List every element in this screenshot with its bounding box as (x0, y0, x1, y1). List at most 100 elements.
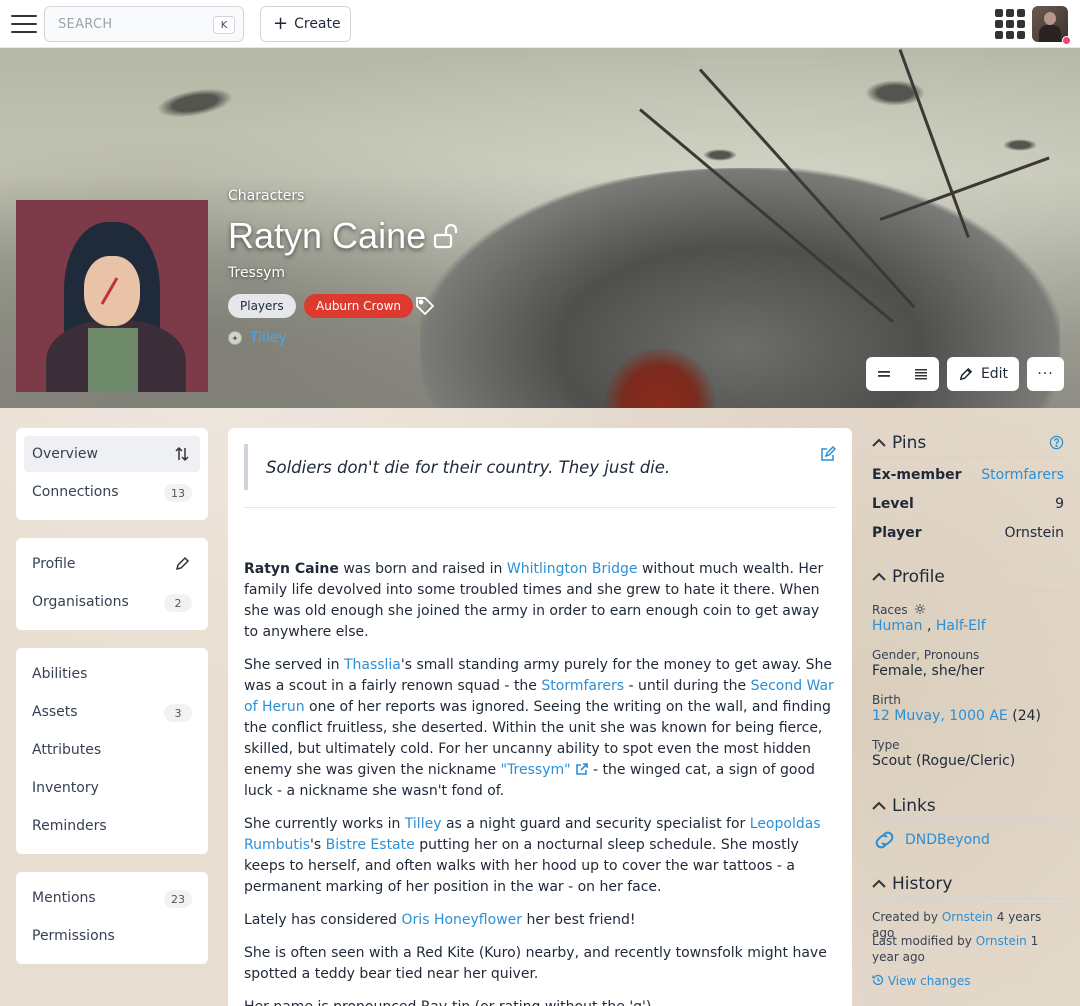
history-heading: History (892, 873, 953, 894)
menu-icon[interactable] (11, 13, 37, 35)
bio-text: Lately has considered (244, 912, 402, 928)
dndbeyond-link[interactable]: DNDBeyond (905, 832, 990, 848)
races-label-text: Races (872, 603, 908, 617)
link-stormfarers[interactable]: Stormfarers (541, 678, 624, 694)
pin-value-link[interactable]: Stormfarers (981, 467, 1064, 483)
mentions-count: 23 (164, 890, 192, 908)
pins-heading: Pins (892, 432, 927, 453)
gender-label: Gender, Pronouns (872, 648, 980, 662)
nav-item-organisations[interactable]: Organisations 2 (24, 584, 200, 620)
tag-players[interactable]: Players (228, 294, 296, 318)
nav-item-label: Profile (32, 556, 76, 572)
race-link-human[interactable]: Human (872, 618, 923, 634)
bio-paragraph: Her name is pronounced Ray-tin (or ratin… (244, 997, 836, 1006)
assets-count: 3 (164, 704, 192, 722)
divider (244, 507, 836, 508)
nav-item-overview[interactable]: Overview (24, 436, 200, 472)
search-shortcut-badge: K (213, 16, 235, 34)
tag-auburn-crown[interactable]: Auburn Crown (304, 294, 413, 318)
character-biography: Ratyn Caine was born and raised in Whitl… (244, 559, 836, 1006)
list-view-icon[interactable] (914, 367, 928, 381)
more-actions-button[interactable]: ··· (1027, 357, 1064, 391)
nav-item-mentions[interactable]: Mentions 23 (24, 880, 200, 916)
history-header[interactable]: History (872, 869, 1064, 899)
nav-item-label: Permissions (32, 928, 115, 944)
nav-item-inventory[interactable]: Inventory (24, 770, 200, 806)
link-thasslia[interactable]: Thasslia (344, 657, 401, 673)
edit-label: Edit (980, 366, 1009, 382)
profile-header[interactable]: Profile (872, 562, 1064, 592)
entry-content: Soldiers don't die for their country. Th… (228, 428, 852, 1006)
bio-text: - until during the (624, 678, 751, 694)
link-tressym[interactable]: "Tressym" (501, 762, 571, 778)
birth-date-link[interactable]: 12 Muvay, 1000 AE (872, 708, 1008, 724)
search-input[interactable]: SEARCH K (44, 6, 244, 42)
links-header[interactable]: Links (872, 791, 1064, 821)
nav-group-details: Abilities Assets 3 Attributes Inventory … (16, 648, 208, 854)
history-modified-user[interactable]: Ornstein (976, 934, 1027, 948)
chevron-up-icon (872, 801, 886, 810)
bio-paragraph: Ratyn Caine was born and raised in Whitl… (244, 559, 836, 643)
races-label: Races (872, 603, 926, 617)
link-chain-icon (875, 831, 894, 849)
view-changes-link[interactable]: View changes (872, 973, 1064, 989)
apps-grid-icon[interactable] (995, 9, 1025, 39)
pins-header[interactable]: Pins (872, 428, 1064, 458)
nav-item-label: Connections (32, 484, 119, 500)
layout-toggle (866, 357, 939, 391)
character-title: Tressym (228, 265, 286, 281)
link-whitlington-bridge[interactable]: Whitlington Bridge (507, 561, 638, 577)
race-link-half-elf[interactable]: Half-Elf (936, 618, 986, 634)
nav-item-label: Assets (32, 704, 78, 720)
link-item-dndbeyond[interactable]: DNDBeyond (872, 830, 990, 850)
history-text: Created by (872, 910, 939, 924)
bio-paragraph: She currently works in Tilley as a night… (244, 814, 836, 898)
nav-item-assets[interactable]: Assets 3 (24, 694, 200, 730)
location-icon: ✦ (228, 331, 242, 345)
create-button[interactable]: + Create (260, 6, 351, 42)
links-heading: Links (892, 795, 936, 816)
gender-value: Female, she/her (872, 663, 985, 679)
nav-item-permissions[interactable]: Permissions (24, 918, 200, 954)
bio-text: was born and raised in (338, 561, 507, 577)
nav-item-reminders[interactable]: Reminders (24, 808, 200, 844)
character-portrait[interactable] (16, 200, 208, 392)
nav-item-label: Inventory (32, 780, 99, 796)
edit-quote-icon[interactable] (820, 446, 836, 462)
pencil-icon[interactable] (174, 556, 190, 572)
link-bistre-estate[interactable]: Bistre Estate (326, 837, 415, 853)
nav-item-abilities[interactable]: Abilities (24, 656, 200, 692)
reorder-icon[interactable] (174, 446, 190, 462)
nav-item-profile[interactable]: Profile (24, 546, 200, 582)
pencil-icon (959, 367, 973, 380)
external-link-icon[interactable] (575, 762, 589, 776)
link-oris-honeyflower[interactable]: Oris Honeyflower (402, 912, 522, 928)
chevron-up-icon (872, 438, 886, 447)
nav-item-connections[interactable]: Connections 13 (24, 474, 200, 510)
unlock-icon[interactable] (432, 222, 460, 250)
nav-item-attributes[interactable]: Attributes (24, 732, 200, 768)
profile-heading: Profile (892, 566, 945, 587)
location-link[interactable]: Tilley (250, 330, 287, 346)
bio-text: She currently works in (244, 816, 405, 832)
history-created-user[interactable]: Ornstein (942, 910, 993, 924)
edit-button[interactable]: Edit (947, 357, 1019, 391)
organisations-count: 2 (164, 594, 192, 612)
pin-row-level: Level 9 (872, 496, 1064, 512)
settings-icon (914, 604, 925, 614)
bio-paragraph: She is often seen with a Red Kite (Kuro)… (244, 945, 827, 982)
link-tilley[interactable]: Tilley (405, 816, 442, 832)
compact-view-icon[interactable] (877, 367, 891, 381)
nav-item-label: Attributes (32, 742, 102, 758)
type-value-link[interactable]: Scout (Rogue/Cleric) (872, 753, 1015, 769)
pin-row-player: Player Ornstein (872, 525, 1064, 541)
tag-icon[interactable] (415, 296, 435, 316)
chevron-up-icon (872, 572, 886, 581)
nav-group-admin: Mentions 23 Permissions (16, 872, 208, 964)
help-icon[interactable] (1049, 435, 1064, 450)
breadcrumb-characters[interactable]: Characters (228, 188, 304, 204)
bio-text: 's (310, 837, 326, 853)
nav-item-label: Reminders (32, 818, 107, 834)
history-text: Last modified by (872, 934, 972, 948)
view-changes-label[interactable]: View changes (888, 974, 971, 988)
